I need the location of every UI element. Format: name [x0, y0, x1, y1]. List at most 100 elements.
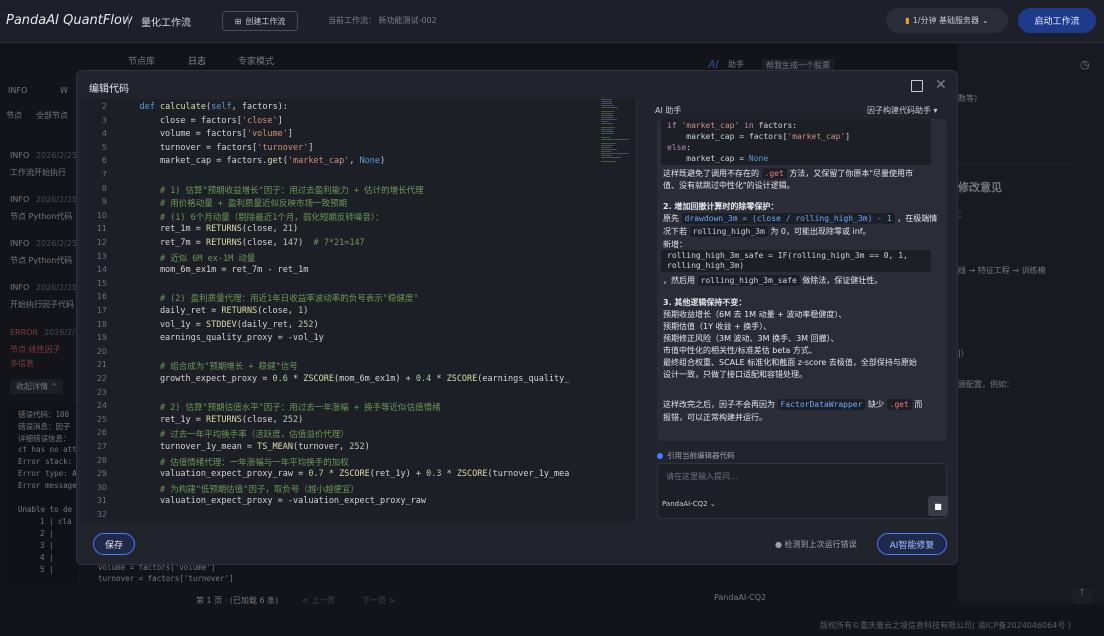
- toggle-dot-icon: [657, 452, 663, 459]
- minimap-line: [601, 111, 616, 112]
- chat-bullet: 预期估值（1Y 收益 + 换手）、: [663, 322, 772, 331]
- minimap-line: [601, 113, 612, 114]
- code-line: mom_6m_ex1m = ret_7m - ret_1m: [119, 265, 309, 276]
- chat-text: 原先 drawdown_3m = (close / rolling_high_3…: [663, 213, 938, 224]
- server-select[interactable]: ▮ 1/分钟 基础服务器 ⌄: [886, 8, 1008, 33]
- code-minimap[interactable]: [601, 99, 631, 169]
- minimap-line: [601, 149, 618, 150]
- minimap-line: [601, 137, 610, 138]
- chat-text: 报错，可以正常构建并运行。: [663, 413, 767, 422]
- plus-box-icon: ⊞: [234, 16, 242, 26]
- brand-subtitle: 量化工作流: [141, 18, 191, 29]
- reference-code-toggle[interactable]: 引用当前编辑器代码: [657, 450, 735, 461]
- minimap-line: [601, 99, 612, 100]
- chat-header-title: AI 助手: [655, 106, 682, 115]
- minimap-line: [601, 147, 612, 148]
- close-icon[interactable]: ✕: [935, 77, 947, 93]
- code-line: # 为构建"低预期估值"因子，取负号（越小越便宜）: [159, 484, 359, 495]
- minimap-line: [601, 129, 614, 130]
- minimap-line: [601, 143, 616, 144]
- code-line: ret_7m = RETURNS(close, 147) # 7*21=147: [119, 238, 365, 248]
- code-line: growth_expect_proxy = 0.6 * ZSCORE(mom_6…: [119, 374, 570, 384]
- chevron-down-icon: ⌄: [982, 16, 989, 25]
- code-line: turnover = factors['turnover']: [119, 142, 314, 153]
- code-line: volume = factors['volume']: [119, 129, 294, 140]
- code-line: rolling_high_3m): [667, 261, 745, 270]
- ai-chat-panel: AI 助手 因子构建代码助手 ▾ if 'market_cap' in fact…: [647, 99, 957, 522]
- code-line: market_cap = factors['market_cap']: [667, 132, 851, 141]
- start-workflow-button[interactable]: 启动工作流: [1018, 8, 1096, 33]
- chat-heading: 3. 其他逻辑保持不变：: [663, 298, 747, 307]
- code-line: turnover_1y_mean = TS_MEAN(turnover, 252…: [119, 442, 370, 452]
- code-block: if 'market_cap' in factors: market_cap =…: [661, 119, 931, 165]
- divider: [128, 14, 129, 28]
- chat-text: 新增：: [663, 240, 687, 249]
- minimap-line: [601, 119, 617, 120]
- minimap-line: [601, 131, 614, 132]
- minimap-line: [601, 133, 615, 134]
- minimap-line: [601, 139, 629, 140]
- code-block: rolling_high_3m_safe = IF(rolling_high_3…: [661, 250, 931, 272]
- chat-text: 况下若 rolling_high_3m 为 0，可能出现除零或 inf。: [663, 226, 871, 237]
- chat-text: 值、没有就跳过中性化"的设计逻辑。: [663, 181, 795, 190]
- chat-bullet: 设计一致，只做了接口适配和容错处理。: [663, 370, 807, 379]
- code-line: valuation_expect_proxy_raw = 0.7 * ZSCOR…: [119, 469, 570, 480]
- chat-bullet: 预期收益增长（6M 去 1M 动量 + 波动率稳健度）、: [663, 310, 847, 319]
- minimap-line: [601, 117, 613, 118]
- server-status-icon: ▮: [905, 16, 910, 25]
- code-editor[interactable]: 2 3 4 5 6 7 8 9 10 11 12 13 14 15 16 17 18 19 20 21 22 23 24 25…: [81, 99, 637, 522]
- assistant-mode-label: 因子构建代码助手: [867, 106, 931, 115]
- minimap-line: [601, 115, 614, 116]
- minimap-line: [601, 161, 616, 162]
- info-icon: ●: [775, 540, 782, 549]
- edit-code-modal: 编辑代码 ✕ 2 3 4 5 6 7 8 9 10 11 12 13 14 15 16 17 18 19 20 21 2…: [76, 70, 958, 565]
- server-status-label: 1/分钟 基础服务器: [912, 16, 980, 25]
- current-workflow: 当前工作流： 新功能测试-002: [328, 16, 437, 25]
- chat-message: if 'market_cap' in factors: market_cap =…: [657, 119, 947, 441]
- chat-text: ，然后用 rolling_high_3m_safe 做除法，保证健壮性。: [663, 275, 883, 286]
- code-line: # 1) 估算"预期收益增长"因子：用过去盈利能力 + 估计的增长代理: [159, 185, 424, 196]
- fullscreen-icon[interactable]: [911, 80, 923, 92]
- minimap-line: [601, 157, 621, 158]
- code-line: # (2) 盈利质量代理：用近1年日收益率波动率的负号表示"稳健度": [159, 294, 419, 305]
- code-line: # (1) 6个月动量（剔除最近1个月，弱化短期反转噪音）：: [159, 212, 384, 223]
- save-button[interactable]: 保存: [93, 533, 135, 555]
- code-line: # 近似 6M ex-1M 动量: [159, 253, 256, 264]
- minimap-line: [601, 155, 612, 156]
- model-select[interactable]: PandaAI-CQ2 ⌄: [662, 500, 716, 508]
- chevron-down-icon: ▾: [933, 106, 938, 115]
- code-line: ret_1y = RETURNS(close, 252): [119, 414, 304, 425]
- minimap-line: [601, 123, 614, 124]
- code-line: valuation_expect_proxy = -valuation_expe…: [119, 496, 427, 507]
- minimap-line: [601, 101, 612, 102]
- assistant-mode-select[interactable]: 因子构建代码助手 ▾: [867, 105, 938, 116]
- chat-text: 这样改完之后，因子不会再因为 FactorDataWrapper 缺少 .get…: [663, 399, 923, 410]
- chat-heading: 2. 增加回撤计算时的除零保护：: [663, 202, 779, 211]
- modal-title: 编辑代码: [89, 84, 129, 95]
- send-icon[interactable]: ■: [928, 496, 948, 516]
- minimap-line: [601, 145, 613, 146]
- minimap-line: [601, 153, 629, 154]
- code-line: # 用价格动量 + 盈利质量近似反映市场一致预期: [159, 199, 348, 210]
- chat-input-placeholder: 请在这里输入提问...: [666, 472, 738, 481]
- code-line: # 2) 估算"预期估值水平"因子：用过去一年涨幅 + 换手等近似估值情绪: [159, 403, 441, 414]
- chat-bullet: 预期修正风险（3M 波动、3M 换手、3M 回撤）、: [663, 334, 839, 343]
- create-workflow-button[interactable]: ⊞ 创建工作流: [222, 11, 298, 31]
- chat-bullet: 市值中性化的相关性/标准差估 beta 方式、: [663, 346, 817, 355]
- ai-fix-button[interactable]: AI智能修复: [877, 533, 947, 555]
- code-line: daily_ret = RETURNS(close, 1): [119, 306, 309, 316]
- minimap-line: [601, 121, 609, 122]
- brand-logo: PandaAI QuantFlow: [6, 13, 133, 28]
- code-line: market_cap = None: [667, 154, 769, 163]
- code-line: if 'market_cap' in factors:: [667, 121, 798, 130]
- code-line: ret_1m = RETURNS(close, 21): [119, 224, 299, 235]
- code-line: vol_1y = STDDEV(daily_ret, 252): [119, 319, 319, 330]
- chat-bullet: 最终组合权重、SCALE 标准化和截面 z-score 去极值，全部保持与原始: [663, 358, 917, 367]
- error-detected-label: 检测到上次运行错误: [784, 540, 857, 549]
- minimap-line: [601, 127, 615, 128]
- chat-input[interactable]: 请在这里输入提问... PandaAI-CQ2 ⌄ ■: [657, 463, 948, 519]
- code-line: # 过去一年平均换手率（活跃度，估值溢价代理）: [159, 430, 349, 441]
- code-area[interactable]: def calculate(self, factors): close = fa…: [81, 99, 601, 522]
- reference-code-label: 引用当前编辑器代码: [667, 451, 735, 460]
- code-line: # 估值情绪代理：一年涨幅与一年平均换手的加权: [159, 457, 349, 468]
